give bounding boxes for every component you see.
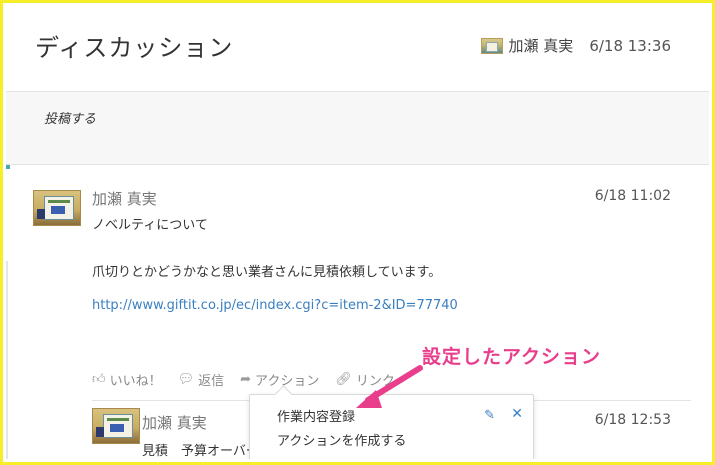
avatar-badge [96,427,104,437]
comment-author[interactable]: 加瀬 真実 [92,188,157,209]
avatar [33,190,81,226]
comment-text: 見積 予算オーバー [142,444,259,459]
header-timestamp: 6/18 13:36 [589,36,671,55]
discussion-panel: ディスカッション 加瀬 真実 6/18 13:36 投稿する 加瀬 真実 6/1… [6,6,709,459]
comment-line-1: ノベルティについて [92,218,208,233]
close-icon[interactable]: ✕ [511,406,523,422]
header-user[interactable]: 加瀬 真実 6/18 13:36 [480,35,671,56]
screenshot-frame: ディスカッション 加瀬 真実 6/18 13:36 投稿する 加瀬 真実 6/1… [0,0,715,465]
arrow-icon: ➦ [240,372,252,387]
comment-time: 6/18 12:53 [594,412,671,428]
user-avatar [480,37,503,54]
comment-line-2: 爪切りとかどうかなと思い業者さんに見積依頼しています。 [92,265,442,280]
like-label: いいね！ [109,374,162,389]
thumbs-up-icon: 👍︎ [92,372,106,387]
menu-item-work-register[interactable]: 作業内容登録 [277,406,355,425]
avatar-badge [37,209,45,219]
action-button[interactable]: ➦ アクション [240,370,319,389]
sidebar-edge [6,261,8,459]
comment-time: 6/18 11:02 [594,188,671,204]
menu-item-create-action[interactable]: アクションを作成する [277,430,406,449]
avatar [92,408,140,444]
post-placeholder[interactable]: 投稿する [44,108,96,127]
reply-label: 返信 [198,374,225,389]
avatar-card [44,196,74,220]
action-label: アクション [255,374,320,389]
annotation-label: 設定したアクション [422,346,602,368]
pencil-icon[interactable]: ✎ [484,408,495,423]
like-button[interactable]: 👍︎ いいね！ [92,370,162,389]
comment-link[interactable]: http://www.giftit.co.jp/ec/index.cgi?c=i… [92,298,458,313]
discussion-header: ディスカッション 加瀬 真実 6/18 13:36 [6,6,709,92]
post-box[interactable]: 投稿する [6,92,709,165]
comment-author[interactable]: 加瀬 真実 [142,412,207,433]
speech-bubble-icon: 💬︎ [177,372,195,387]
avatar-card [103,414,133,438]
header-user-name: 加瀬 真実 [508,37,574,55]
annotation-arrow [356,365,423,408]
page-title: ディスカッション [35,34,234,62]
reply-button[interactable]: 💬︎ 返信 [178,370,225,389]
